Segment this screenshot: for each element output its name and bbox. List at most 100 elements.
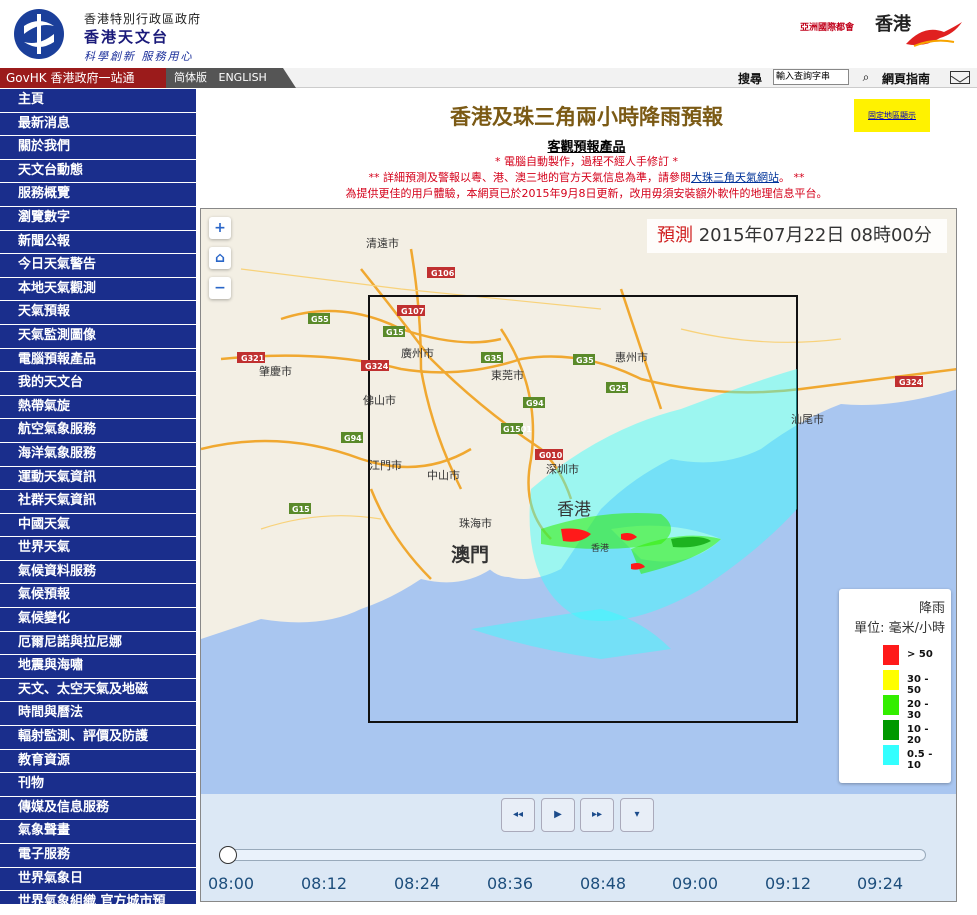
- timeline-panel: ◂◂ ▶ ▸▸ ▾ 08:00 08:12 08:24 08:36 08:48 …: [201, 794, 956, 901]
- time-label[interactable]: 09:24: [857, 874, 903, 893]
- more-options-button[interactable]: ▾: [620, 798, 654, 832]
- time-label[interactable]: 08:24: [394, 874, 440, 893]
- rewind-button[interactable]: ◂◂: [501, 798, 535, 832]
- main-content: 香港及珠三角兩小時降雨預報 固定地區顯示 客觀預報產品 * 電腦自動製作，過程不…: [196, 89, 977, 904]
- sidebar-item[interactable]: 天文台動態: [0, 160, 196, 184]
- search-icon[interactable]: ⌕: [858, 69, 874, 85]
- language-links: 简体版 ENGLISH: [166, 68, 296, 88]
- search-label: 搜尋: [738, 72, 763, 86]
- road-label: G324: [365, 362, 389, 371]
- map-zoom-controls: + ⌂ −: [209, 217, 231, 307]
- time-label[interactable]: 08:00: [208, 874, 254, 893]
- forecast-time-label: 預測 2015年07月22日 08時00分: [647, 219, 947, 253]
- asia-city-text: 亞洲國際都會: [800, 23, 855, 33]
- sidebar-item[interactable]: 天氣預報: [0, 301, 196, 325]
- brand-dragon-icon: [906, 22, 962, 47]
- official-info-suffix: 。 **: [779, 171, 805, 184]
- sidebar-item[interactable]: 世界天氣: [0, 537, 196, 561]
- sidebar-item[interactable]: 運動天氣資訊: [0, 467, 196, 491]
- time-label[interactable]: 08:12: [301, 874, 347, 893]
- sidebar-item[interactable]: 今日天氣警告: [0, 254, 196, 278]
- city-label: 東莞市: [491, 368, 524, 382]
- sidebar-item[interactable]: 中國天氣: [0, 514, 196, 538]
- home-button[interactable]: ⌂: [209, 247, 231, 269]
- legend-label: 0.5 - 10: [907, 749, 933, 771]
- legend-row: 20 - 30: [883, 695, 943, 721]
- road-label: G35: [576, 356, 594, 365]
- zoom-out-button[interactable]: −: [209, 277, 231, 299]
- lang-simplified-link[interactable]: 简体版: [174, 71, 207, 84]
- city-label: 深圳市: [546, 462, 579, 476]
- site-guide-link[interactable]: 網頁指南: [882, 70, 930, 87]
- rainfall-legend: 降雨 單位: 毫米/小時 > 50 30 - 50 20 - 30 10 - 2…: [839, 589, 951, 783]
- sidebar-item[interactable]: 世界氣象日: [0, 868, 196, 892]
- road-label: G106: [431, 269, 455, 278]
- sidebar-item[interactable]: 氣候資料服務: [0, 561, 196, 585]
- city-label: 佛山市: [363, 393, 396, 407]
- fixed-area-display-button[interactable]: 固定地區顯示: [854, 99, 930, 132]
- time-slider-thumb[interactable]: [219, 846, 237, 864]
- sidebar-item[interactable]: 熱帶氣旋: [0, 396, 196, 420]
- time-label[interactable]: 08:36: [487, 874, 533, 893]
- road-label: G324: [899, 378, 923, 387]
- city-label: 江門市: [369, 458, 402, 472]
- sidebar-item[interactable]: 世界氣象組織 官方城市預: [0, 891, 196, 915]
- sidebar-item[interactable]: 我的天文台: [0, 372, 196, 396]
- sidebar-item[interactable]: 輻射監測、評價及防護: [0, 726, 196, 750]
- road-label: G107: [401, 307, 424, 316]
- road-label: G94: [526, 399, 544, 408]
- sidebar-item[interactable]: 教育資源: [0, 750, 196, 774]
- sidebar-item[interactable]: 海洋氣象服務: [0, 443, 196, 467]
- mail-icon[interactable]: [950, 71, 970, 84]
- road-label: G321: [241, 354, 265, 363]
- sidebar-item[interactable]: 瀏覽數字: [0, 207, 196, 231]
- sidebar-item[interactable]: 電腦預報產品: [0, 349, 196, 373]
- legend-swatch: [883, 720, 899, 740]
- time-label[interactable]: 08:48: [580, 874, 626, 893]
- sidebar-item[interactable]: 主頁: [0, 89, 196, 113]
- sidebar-item[interactable]: 本地天氣觀測: [0, 278, 196, 302]
- sidebar-item[interactable]: 氣象聲畫: [0, 820, 196, 844]
- sidebar-item[interactable]: 社群天氣資訊: [0, 490, 196, 514]
- rainfall-map[interactable]: 清遠市 廣州市 東莞市 惠州市 肇慶市 佛山市 江門市 中山市 深圳市 珠海市 …: [200, 208, 957, 902]
- sidebar-item[interactable]: 天氣監測圖像: [0, 325, 196, 349]
- org-line-2: 香港天文台: [84, 28, 170, 46]
- motto: 科學創新 服務用心: [84, 50, 194, 63]
- search-input[interactable]: 輸入查詢字串: [773, 69, 849, 85]
- govhk-link[interactable]: GovHK 香港政府一站通: [0, 68, 168, 88]
- legend-row: 0.5 - 10: [883, 745, 943, 771]
- sidebar-item[interactable]: 新聞公報: [0, 231, 196, 255]
- hko-logo[interactable]: [10, 8, 68, 60]
- city-label: 澳門: [451, 543, 489, 566]
- forecast-time: 2015年07月22日 08時00分: [698, 225, 932, 246]
- zoom-in-button[interactable]: +: [209, 217, 231, 239]
- play-button[interactable]: ▶: [541, 798, 575, 832]
- legend-title: 降雨: [918, 601, 945, 616]
- sidebar-item[interactable]: 服務概覽: [0, 183, 196, 207]
- sidebar-item[interactable]: 天文、太空天氣及地磁: [0, 679, 196, 703]
- sidebar-item[interactable]: 電子服務: [0, 844, 196, 868]
- legend-unit: 單位: 毫米/小時: [854, 621, 945, 636]
- sidebar-item[interactable]: 最新消息: [0, 113, 196, 137]
- time-label[interactable]: 09:00: [672, 874, 718, 893]
- time-label[interactable]: 09:12: [765, 874, 811, 893]
- road-label: G25: [609, 384, 627, 393]
- sidebar-item[interactable]: 刊物: [0, 773, 196, 797]
- sidebar-item[interactable]: 厄爾尼諾與拉尼娜: [0, 632, 196, 656]
- lang-english-link[interactable]: ENGLISH: [219, 71, 267, 84]
- sidebar-item[interactable]: 地震與海嘯: [0, 655, 196, 679]
- legend-label: 10 - 20: [907, 724, 929, 746]
- official-info-prefix: ** 詳細預測及警報以粵、港、澳三地的官方天氣信息為準，請參閱: [368, 171, 692, 184]
- sidebar-item[interactable]: 氣候預報: [0, 584, 196, 609]
- prd-weather-link[interactable]: 大珠三角天氣網站: [691, 171, 779, 184]
- time-slider-track[interactable]: [223, 849, 926, 861]
- fast-forward-button[interactable]: ▸▸: [580, 798, 614, 832]
- legend-swatch: [883, 745, 899, 765]
- sidebar-item[interactable]: 航空氣象服務: [0, 419, 196, 443]
- sidebar-item[interactable]: 時間與曆法: [0, 702, 196, 727]
- official-info-note: ** 詳細預測及警報以粵、港、澳三地的官方天氣信息為準，請參閱大珠三角天氣網站。…: [196, 169, 977, 185]
- sidebar-item[interactable]: 氣候變化: [0, 608, 196, 632]
- road-label: G35: [484, 354, 502, 363]
- sidebar-item[interactable]: 關於我們: [0, 136, 196, 160]
- sidebar-item[interactable]: 傳媒及信息服務: [0, 797, 196, 821]
